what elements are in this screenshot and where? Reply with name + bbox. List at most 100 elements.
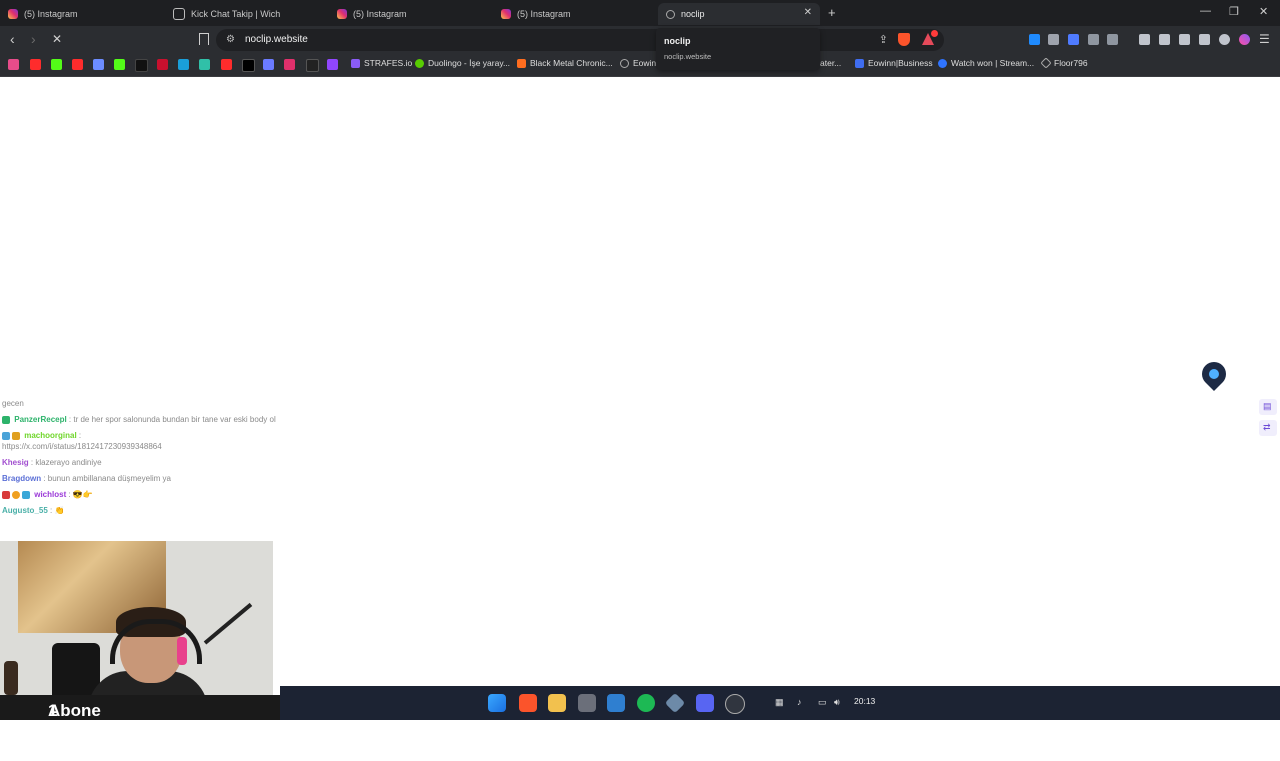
close-tab-icon[interactable]: ✕	[804, 7, 812, 18]
bookmark-favicon	[855, 58, 864, 68]
discord-icon[interactable]	[696, 694, 714, 712]
badge-icon	[22, 490, 30, 499]
bookmark-favicon[interactable]	[8, 59, 19, 70]
tray-apps-icon[interactable]: ▦	[775, 697, 784, 708]
chat-text: 😎👉	[72, 490, 93, 499]
address-bar[interactable]: ⚙ noclip.website ⇪	[216, 29, 944, 51]
chat-username: Augusto_55	[2, 506, 48, 515]
globe-icon	[620, 58, 629, 68]
bookmark-black-metal[interactable]: Black Metal Chronic...	[517, 58, 613, 68]
share-icon[interactable]: ⇪	[879, 33, 888, 46]
spotify-icon[interactable]	[637, 694, 655, 712]
menu-icon[interactable]: ☰	[1259, 32, 1270, 46]
bookmark-ater[interactable]: ater...	[820, 58, 841, 68]
kick-icon[interactable]	[51, 59, 62, 70]
bookmark-eowin[interactable]: Eowin	[620, 58, 656, 68]
sidebar-icon[interactable]	[1159, 34, 1170, 45]
bookmark-favicon[interactable]	[157, 59, 168, 70]
tab-kick-chat[interactable]: Kick Chat Takip | Wich	[173, 3, 333, 25]
restore-button[interactable]: ❐	[1229, 5, 1239, 18]
bookmark-label: ater...	[820, 58, 842, 68]
extensions-puzzle-icon[interactable]	[1088, 34, 1099, 45]
vpn-icon[interactable]	[1219, 34, 1230, 45]
brave-shields-icon[interactable]	[898, 33, 910, 46]
chat-username: Bragdown	[2, 474, 42, 483]
bookmark-duolingo[interactable]: Duolingo - İşe yaray...	[415, 58, 510, 68]
url-text: noclip.website	[245, 34, 308, 45]
blogger-icon	[517, 58, 526, 68]
new-tab-button[interactable]: +	[828, 5, 836, 20]
extension-icon[interactable]	[1048, 34, 1059, 45]
bookmark-favicon[interactable]	[306, 59, 319, 72]
tab-instagram-1[interactable]: (5) Instagram	[8, 3, 168, 25]
bookmark-floor796[interactable]: Floor796	[1040, 57, 1088, 69]
tab-instagram-3[interactable]: (5) Instagram	[501, 3, 651, 25]
duolingo-icon	[415, 58, 424, 68]
photos-icon[interactable]	[607, 694, 625, 712]
app-icon[interactable]	[664, 692, 686, 714]
bookmark-strafes[interactable]: STRAFES.io	[351, 58, 412, 68]
bookmark-label: Eowinn|Business	[868, 58, 933, 68]
x-icon[interactable]	[242, 59, 255, 72]
forward-button[interactable]: ›	[31, 31, 36, 47]
bookmark-eowinn-business[interactable]: Eowinn|Business	[855, 58, 933, 68]
bookmark-label: Floor796	[1054, 58, 1088, 68]
brave-browser-icon[interactable]	[519, 694, 537, 712]
map-pin-icon[interactable]	[1197, 357, 1231, 391]
tab-title: (5) Instagram	[24, 9, 78, 19]
bookmark-favicon[interactable]	[93, 59, 104, 70]
stop-loading-button[interactable]: ✕	[52, 32, 62, 46]
hover-card-title: noclip	[664, 36, 691, 46]
chat-tool-icon[interactable]: ▤	[1259, 399, 1277, 415]
globe-icon	[173, 8, 185, 20]
windows-taskbar: ▦ ♪ ▭ 🔊︎ 20:13	[280, 686, 1280, 720]
chat-username: wichlost	[34, 490, 67, 499]
media-icon[interactable]	[1139, 34, 1150, 45]
youtube-icon[interactable]	[72, 59, 83, 70]
gaming-chair	[52, 643, 100, 695]
translate-tool-icon[interactable]: ⇄	[1259, 420, 1277, 436]
back-button[interactable]: ‹	[10, 31, 15, 47]
tools-icon[interactable]	[578, 694, 596, 712]
extension-icon[interactable]	[1107, 34, 1118, 45]
instagram-icon	[501, 9, 511, 19]
bookmark-watch-won[interactable]: Watch won | Stream...	[938, 58, 1034, 68]
profile-avatar[interactable]	[1239, 34, 1250, 45]
extension-icon[interactable]	[1068, 34, 1079, 45]
subscriber-goal-bar: Abone Hedefi: 1 / 5	[0, 695, 280, 760]
close-window-button[interactable]: ✕	[1259, 5, 1268, 18]
site-settings-icon[interactable]: ⚙	[226, 34, 235, 45]
youtube-icon[interactable]	[221, 59, 232, 70]
microphone-icon[interactable]: ♪	[797, 697, 802, 707]
chat-message: gecen	[2, 398, 277, 409]
windows-start-icon[interactable]	[488, 694, 506, 712]
tab-noclip[interactable]: noclip ✕	[658, 3, 820, 25]
minimize-button[interactable]: —	[1200, 5, 1211, 17]
bookmark-favicon[interactable]	[178, 59, 189, 70]
volume-icon[interactable]: 🔊︎	[834, 697, 840, 708]
twitch-icon[interactable]	[327, 59, 338, 70]
instagram-icon[interactable]	[284, 59, 295, 70]
tiktok-icon[interactable]	[135, 59, 148, 72]
leo-ai-icon[interactable]	[1199, 34, 1210, 45]
extension-icon[interactable]	[1029, 34, 1040, 45]
bookmark-label: Eowin	[633, 58, 657, 68]
goal-value: 1 / 5	[48, 701, 58, 760]
file-explorer-icon[interactable]	[548, 694, 566, 712]
bookmark-favicon[interactable]	[263, 59, 274, 70]
obs-icon[interactable]	[725, 694, 745, 714]
chat-username: PanzerRecepl	[14, 415, 67, 424]
network-icon[interactable]: ▭	[818, 697, 827, 708]
taskbar-clock[interactable]: 20:13	[854, 696, 875, 706]
bookmark-favicon[interactable]	[114, 59, 125, 70]
tab-instagram-2[interactable]: (5) Instagram	[337, 3, 497, 25]
chat-username: machoorginal	[24, 431, 77, 440]
wallet-icon[interactable]	[1179, 34, 1190, 45]
chat-text: klazerayo andiniye	[35, 458, 102, 467]
bookmark-favicon[interactable]	[199, 59, 210, 70]
browser-toolbar: ‹ › ✕ ⚙ noclip.website ⇪ ☰	[0, 26, 1280, 54]
sub-badge-icon	[2, 431, 10, 440]
bookmark-icon[interactable]	[199, 33, 209, 45]
chat-text: 👏	[54, 506, 65, 515]
youtube-icon[interactable]	[30, 59, 41, 70]
